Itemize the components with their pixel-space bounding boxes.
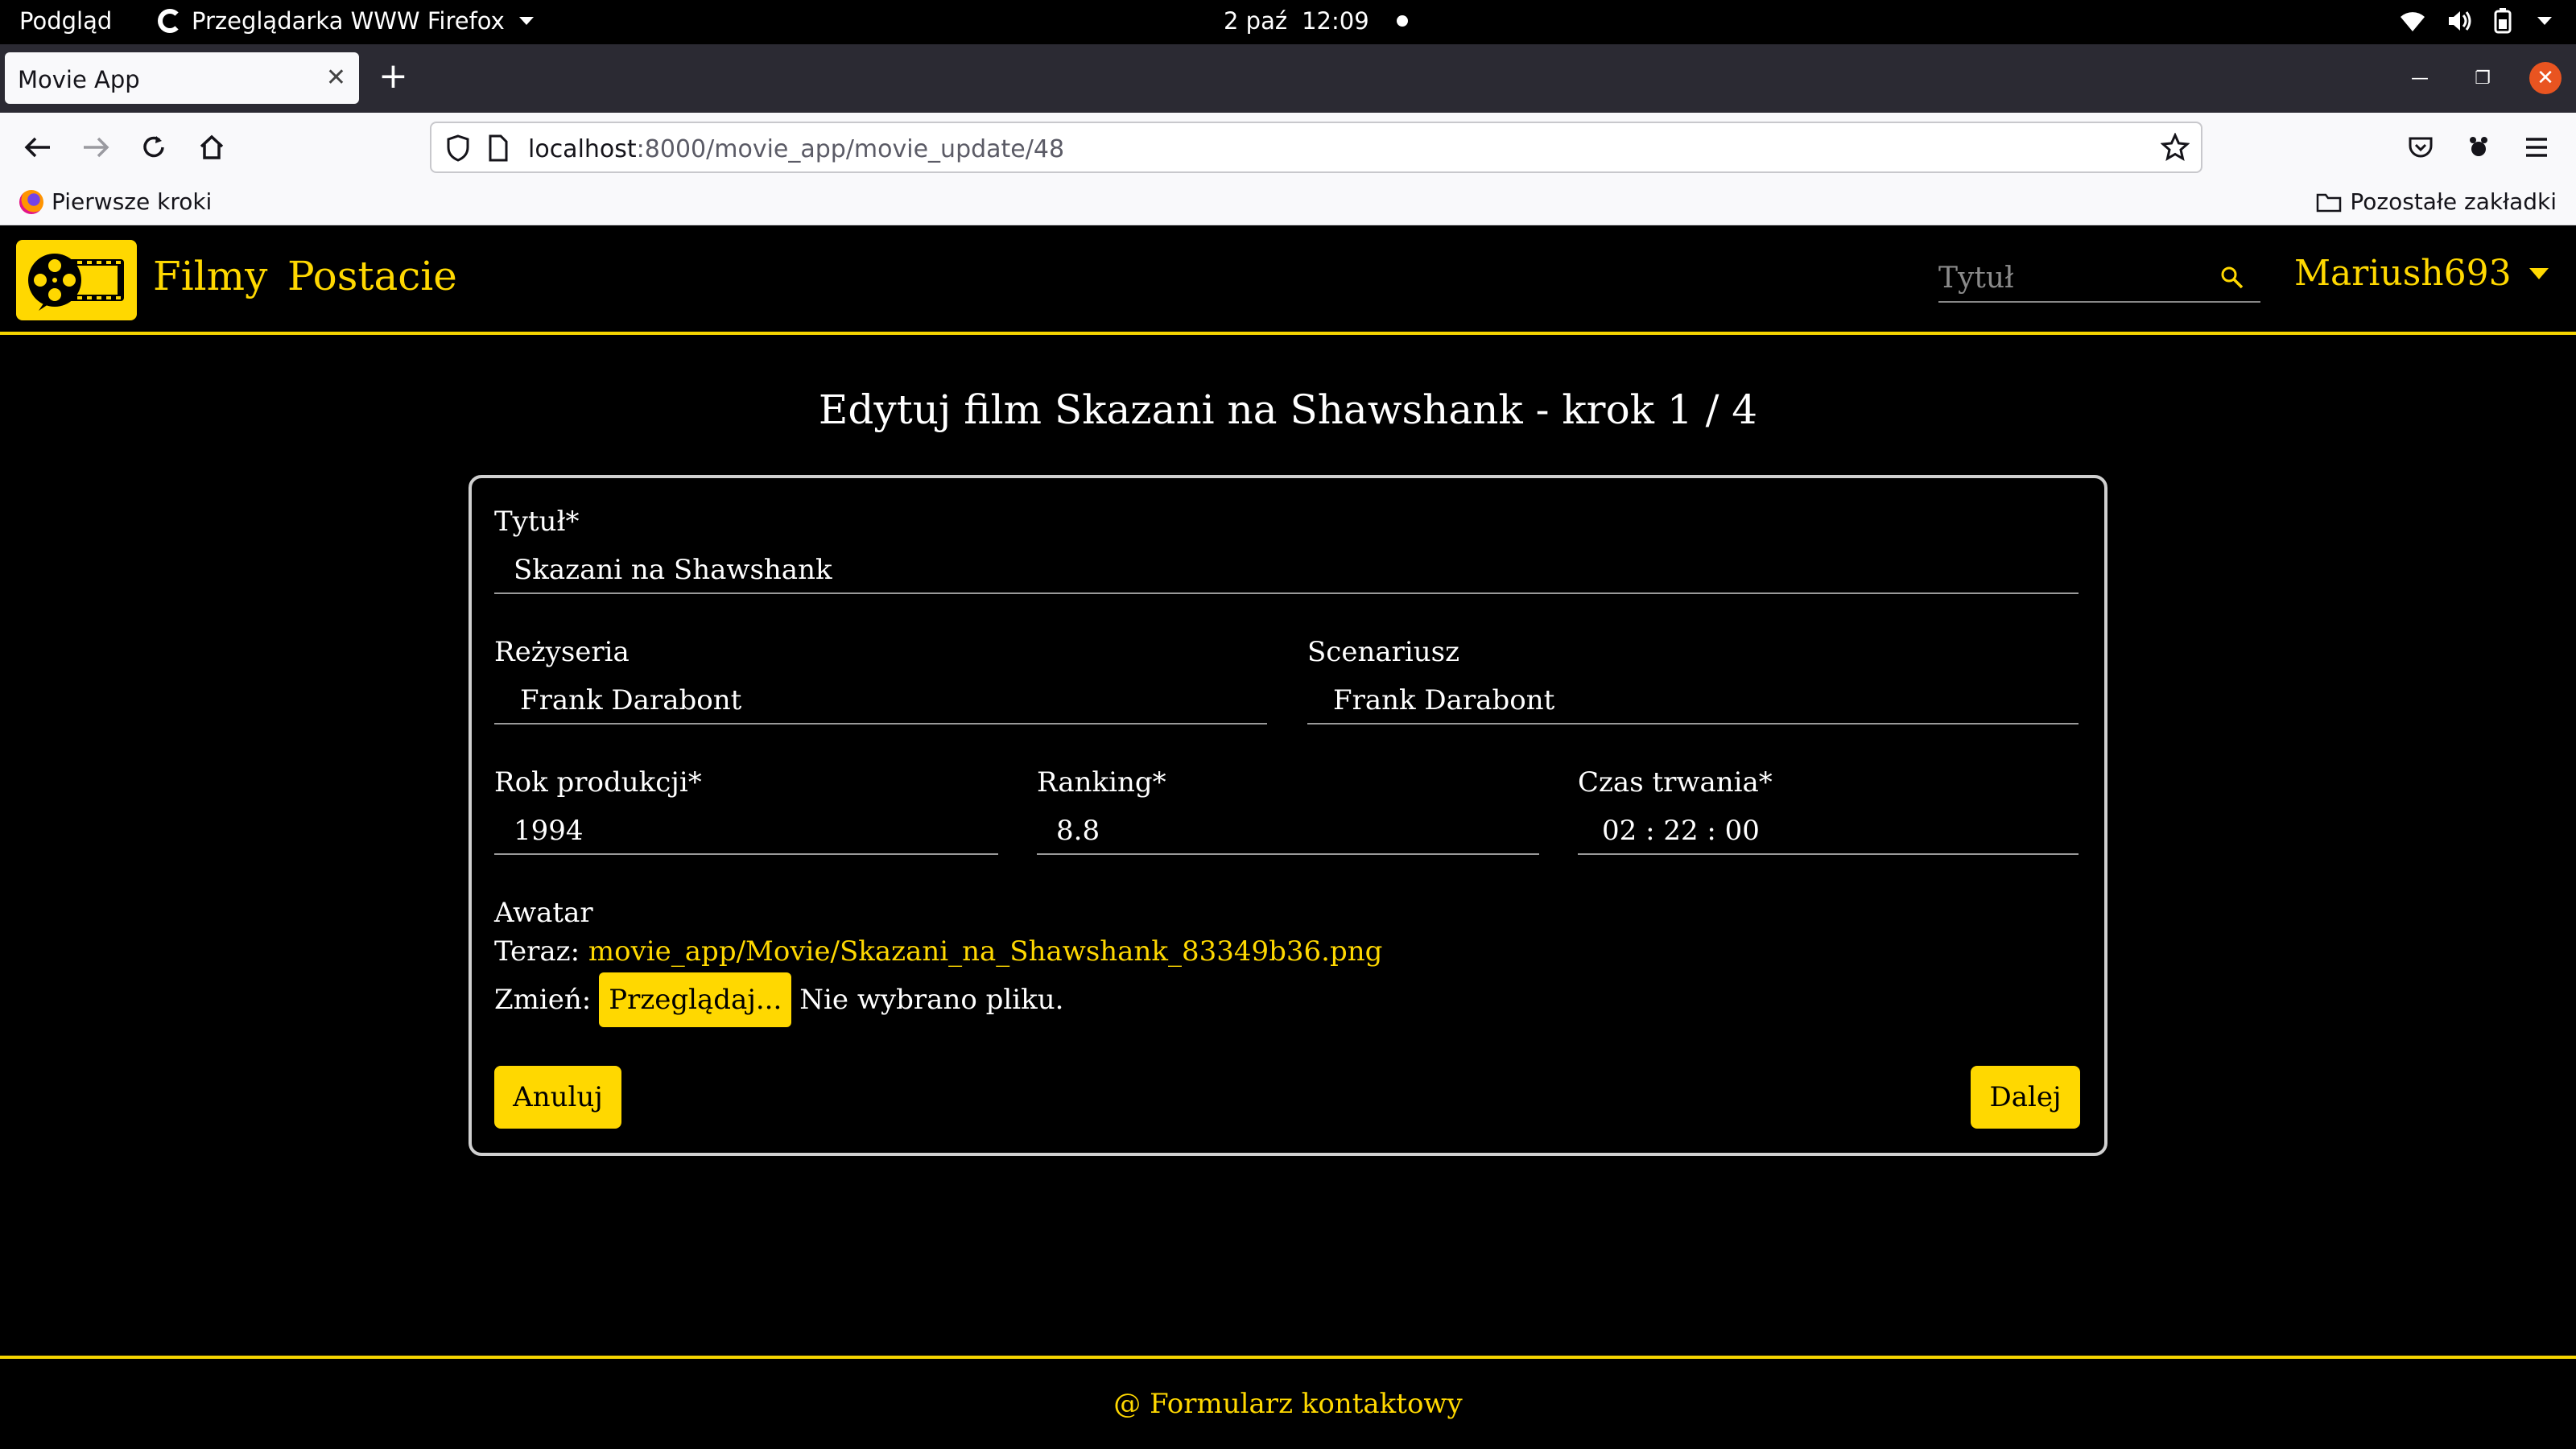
tab-movie-app[interactable]: Movie App ✕ — [5, 52, 359, 104]
pocket-button[interactable] — [2401, 127, 2441, 167]
avatar-label: Awatar — [494, 897, 593, 929]
restore-button[interactable]: ❐ — [2467, 62, 2499, 94]
window-controls: — ❐ ✕ — [2404, 62, 2562, 94]
contact-form-link[interactable]: @ Formularz kontaktowy — [0, 1388, 2576, 1420]
current-prefix: Teraz: — [494, 935, 580, 968]
year-value: 1994 — [514, 815, 584, 847]
hamburger-icon — [2526, 138, 2547, 157]
director-value: Frank Darabont — [520, 684, 742, 716]
extension-button[interactable] — [2458, 127, 2499, 167]
arrow-right-icon — [84, 137, 109, 158]
tab-strip: Movie App ✕ + — ❐ ✕ — [0, 44, 2576, 113]
pocket-icon — [2409, 137, 2433, 158]
system-tray[interactable] — [2399, 8, 2552, 34]
app-menu[interactable]: Przeglądarka WWW Firefox — [158, 7, 534, 35]
firefox-icon — [158, 9, 182, 33]
menu-button[interactable] — [2516, 127, 2557, 167]
brand-logo[interactable] — [16, 240, 137, 320]
wifi-icon — [2401, 12, 2425, 31]
close-icon[interactable]: ✕ — [326, 64, 346, 92]
address-bar[interactable]: localhost:8000/movie_app/movie_update/48 — [430, 122, 2202, 173]
extension-icon — [2470, 137, 2487, 156]
chevron-down-icon — [2537, 17, 2552, 25]
tab-title: Movie App — [18, 66, 140, 93]
bookmarks-toolbar: Pierwsze kroki Pozostałe zakładki — [0, 181, 2576, 225]
site-footer: @ Formularz kontaktowy — [0, 1356, 2576, 1449]
url-text[interactable]: localhost:8000/movie_app/movie_update/48 — [528, 135, 1064, 163]
current-avatar-link[interactable]: movie_app/Movie/Skazani_na_Shawshank_833… — [588, 935, 1383, 968]
app-menu-label: Przeglądarka WWW Firefox — [192, 7, 505, 35]
nav-link-films[interactable]: Filmy — [153, 253, 267, 299]
page-icon[interactable] — [488, 134, 509, 162]
current-avatar: Teraz: movie_app/Movie/Skazani_na_Shawsh… — [494, 935, 1382, 968]
change-prefix: Zmień: — [494, 984, 592, 1016]
search-input[interactable] — [1938, 258, 2212, 298]
navigation-toolbar: localhost:8000/movie_app/movie_update/48 — [0, 113, 2576, 181]
home-icon — [200, 134, 224, 159]
browse-button[interactable]: Przeglądaj... — [599, 972, 792, 1027]
clock-date: 2 paź — [1224, 7, 1288, 35]
new-tab-button[interactable]: + — [378, 59, 408, 94]
director-field[interactable]: Frank Darabont — [494, 660, 1267, 724]
notification-dot-icon — [1396, 15, 1408, 27]
nav-link-characters[interactable]: Postacie — [287, 253, 457, 299]
duration-value: 02 : 22 : 00 — [1602, 815, 1760, 847]
arrow-left-icon — [24, 137, 50, 158]
movie-edit-form: Tytuł* Skazani na Shawshank Reżyseria Fr… — [469, 475, 2107, 1156]
chevron-down-icon — [518, 17, 534, 25]
ranking-field[interactable]: 8.8 — [1037, 791, 1539, 855]
activities-button[interactable]: Podgląd — [19, 7, 112, 35]
other-bookmarks-label: Pozostałe zakładki — [2350, 188, 2557, 215]
system-top-bar: Podgląd Przeglądarka WWW Firefox 2 paź 1… — [0, 0, 2576, 44]
volume-icon — [2449, 11, 2471, 31]
shield-icon[interactable] — [446, 134, 470, 162]
home-button[interactable] — [192, 127, 232, 167]
year-field[interactable]: 1994 — [494, 791, 998, 855]
star-icon[interactable] — [2161, 133, 2190, 162]
cancel-button[interactable]: Anuluj — [494, 1066, 621, 1129]
reload-icon — [143, 136, 164, 158]
no-file-text: Nie wybrano pliku. — [799, 984, 1064, 1016]
screenplay-value: Frank Darabont — [1333, 684, 1555, 716]
battery-icon — [2494, 8, 2512, 34]
back-button[interactable] — [18, 127, 58, 167]
clock[interactable]: 2 paź 12:09 — [1224, 7, 1408, 35]
url-host: localhost — [528, 135, 637, 163]
reload-button[interactable] — [134, 127, 174, 167]
next-button[interactable]: Dalej — [1971, 1066, 2080, 1129]
chevron-down-icon — [2529, 267, 2549, 279]
duration-field[interactable]: 02 : 22 : 00 — [1578, 791, 2079, 855]
title-field[interactable]: Skazani na Shawshank — [494, 530, 2079, 594]
window-close-button[interactable]: ✕ — [2529, 62, 2562, 94]
web-page: Filmy Postacie Mariush693 Edytuj film Sk… — [0, 225, 2576, 1449]
page-title: Edytuj film Skazani na Shawshank - krok … — [818, 386, 1758, 433]
user-menu[interactable]: Mariush693 — [2294, 253, 2549, 294]
url-path: :8000/movie_app/movie_update/48 — [636, 135, 1065, 163]
username: Mariush693 — [2294, 253, 2512, 294]
change-avatar: Zmień: Przeglądaj... Nie wybrano pliku. — [494, 972, 1063, 1027]
forward-button[interactable] — [76, 127, 116, 167]
ranking-value: 8.8 — [1056, 815, 1100, 847]
clock-time: 12:09 — [1302, 7, 1369, 35]
bookmark-getting-started[interactable]: Pierwsze kroki — [19, 188, 212, 215]
search-icon[interactable] — [2220, 266, 2244, 290]
firefox-icon — [19, 189, 43, 214]
title-value: Skazani na Shawshank — [514, 554, 832, 586]
site-navbar: Filmy Postacie Mariush693 — [0, 225, 2576, 335]
screenplay-field[interactable]: Frank Darabont — [1307, 660, 2079, 724]
other-bookmarks[interactable]: Pozostałe zakładki — [2316, 188, 2557, 215]
folder-icon — [2317, 193, 2342, 212]
minimize-button[interactable]: — — [2404, 62, 2436, 94]
film-reel-icon — [28, 254, 124, 311]
bookmark-label: Pierwsze kroki — [52, 188, 213, 215]
search-box — [1938, 258, 2260, 303]
